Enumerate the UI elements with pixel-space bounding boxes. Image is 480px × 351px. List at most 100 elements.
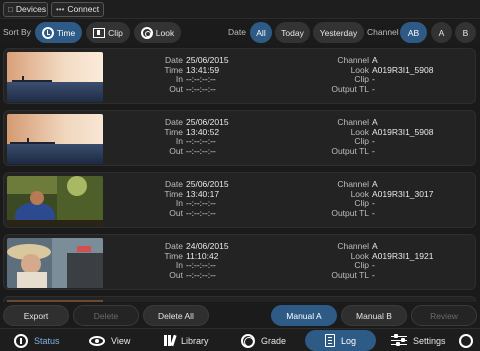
eye-icon [89, 335, 105, 346]
action-bar: Export Delete Delete All Manual A Manual… [0, 303, 480, 328]
entry-output-info: Channel A Look A019R3I1_3017 Clip - Output … [322, 179, 434, 218]
date-yesterday-label: Yesterday [319, 27, 358, 38]
look-icon [140, 26, 153, 39]
date-all-label: All [256, 27, 266, 38]
out-value: --:--:--:-- [186, 83, 216, 94]
look-value: A019R3I1_5908 [372, 64, 434, 75]
thumbnail-image [7, 300, 103, 302]
out-value: --:--:--:-- [186, 145, 216, 156]
grade-icon [241, 333, 255, 348]
entry-info: Date 25/06/2015 Time 13:40:52 In --:--:--:-… [150, 117, 228, 156]
channel-label: Channel [367, 27, 399, 37]
devices-button[interactable]: □ Devices [3, 2, 48, 17]
log-entry[interactable]: Date 25/06/2015 Time 13:40:17 In --:--:--:-… [3, 172, 476, 228]
manual-a-button[interactable]: Manual A [271, 305, 337, 326]
nav-settings-label: Settings [413, 335, 446, 346]
manual-b-button[interactable]: Manual B [341, 305, 407, 326]
channel-a-button[interactable]: A [431, 22, 452, 43]
log-entry[interactable]: Date 25/06/2015 Time 13:40:52 In --:--:--:-… [3, 110, 476, 166]
sort-time-button[interactable]: Time [35, 22, 82, 43]
out-value: --:--:--:-- [186, 207, 216, 218]
delete-label: Delete [93, 310, 119, 321]
sort-clip-button[interactable]: Clip [86, 22, 130, 43]
output-tl-key: Output TL [331, 145, 369, 156]
circle-icon [459, 333, 473, 348]
nav-grade[interactable]: Grade [241, 330, 286, 351]
nav-grade-label: Grade [261, 335, 287, 346]
sort-clip-label: Clip [108, 27, 123, 38]
settings-icon [391, 333, 407, 347]
out-value: --:--:--:-- [186, 269, 216, 280]
channel-b-label: B [462, 27, 469, 38]
channel-ab-button[interactable]: AB [400, 22, 427, 43]
nav-view[interactable]: View [89, 330, 130, 351]
devices-label: Devices [15, 4, 47, 14]
out-key: Out [169, 207, 183, 218]
nav-library[interactable]: Library [164, 330, 209, 351]
entry-output-info: Channel A Look A019R3I1_5908 Clip - Output … [322, 117, 434, 156]
nav-power[interactable] [459, 330, 473, 351]
look-value: A019R3I1_5908 [372, 126, 434, 137]
clock-icon [41, 26, 54, 39]
sort-look-button[interactable]: Look [134, 22, 181, 43]
export-label: Export [23, 310, 49, 321]
thumbnail-image [7, 52, 103, 102]
review-label: Review [430, 310, 458, 321]
manual-a-label: Manual A [286, 310, 322, 321]
nav-log-label: Log [340, 335, 357, 346]
output-tl-value: - [372, 83, 375, 94]
log-entry[interactable]: Date 25/06/2015 Time 13:41:59 In --:--:--:-… [3, 48, 476, 104]
dots-icon: ••• [56, 5, 65, 14]
entry-info: Date 25/06/2015 Time 13:41:59 In --:--:--:-… [150, 55, 228, 94]
channel-b-button[interactable]: B [455, 22, 476, 43]
date-today-label: Today [281, 27, 304, 38]
output-tl-key: Output TL [331, 269, 369, 280]
date-today-button[interactable]: Today [275, 22, 310, 43]
out-key: Out [169, 269, 183, 280]
delete-button[interactable]: Delete [73, 305, 139, 326]
nav-status-label: Status [34, 335, 60, 346]
export-button[interactable]: Export [3, 305, 69, 326]
connect-label: Connect [67, 4, 100, 14]
look-value: A019R3I1_1921 [372, 250, 434, 261]
log-list: Date 25/06/2015 Time 13:41:59 In --:--:--:-… [0, 48, 480, 302]
date-all-button[interactable]: All [250, 22, 272, 43]
manual-b-label: Manual B [356, 310, 392, 321]
channel-a-label: A [438, 27, 445, 38]
entry-info: Date 24/06/2015 Time 11:10:42 In --:--:--:-… [150, 241, 228, 280]
nav-log[interactable]: Log [305, 330, 376, 351]
look-value: A019R3I1_3017 [372, 188, 434, 199]
log-entry[interactable]: Date 24/06/2015 Time 11:10:42 In --:--:--:-… [3, 234, 476, 290]
out-key: Out [169, 145, 183, 156]
delete-all-button[interactable]: Delete All [143, 305, 209, 326]
filter-bar: Sort By Time Clip Look Date All Today Ye… [0, 20, 480, 45]
nav-status[interactable]: Status [14, 330, 60, 351]
date-label: Date [228, 27, 246, 37]
thumbnail-image [7, 238, 103, 288]
review-button[interactable]: Review [411, 305, 477, 326]
entry-output-info: Channel A Look A019R3I1_1921 Clip - Output … [322, 241, 434, 280]
delete-all-label: Delete All [158, 310, 194, 321]
output-tl-value: - [372, 145, 375, 156]
entry-output-info: Channel A Look A019R3I1_5908 Clip - Output … [322, 55, 434, 94]
sort-by-label: Sort By [3, 27, 31, 37]
channel-ab-label: AB [407, 27, 420, 38]
bottom-nav: Status View Library Grade Log Settings [0, 328, 480, 351]
log-entry-partial[interactable] [3, 296, 476, 302]
connect-button[interactable]: ••• Connect [51, 2, 104, 17]
output-tl-value: - [372, 269, 375, 280]
sort-time-label: Time [56, 27, 76, 38]
library-icon [164, 334, 177, 347]
top-bar: □ Devices ••• Connect [0, 0, 480, 19]
film-icon [93, 27, 106, 38]
nav-view-label: View [111, 335, 131, 346]
nav-library-label: Library [181, 335, 209, 346]
entry-info: Date 25/06/2015 Time 13:40:17 In --:--:--:-… [150, 179, 228, 218]
nav-settings[interactable]: Settings [391, 330, 446, 351]
output-tl-value: - [372, 207, 375, 218]
date-yesterday-button[interactable]: Yesterday [313, 22, 364, 43]
sort-look-label: Look [155, 27, 175, 38]
thumbnail-image [7, 176, 103, 226]
log-icon [324, 334, 335, 347]
info-icon [14, 333, 28, 348]
